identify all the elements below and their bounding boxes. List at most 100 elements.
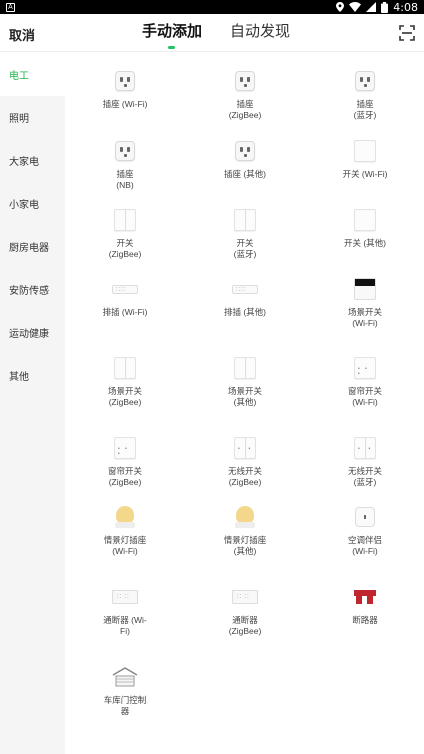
tab-bar: 手动添加 自动发现 [142,22,290,49]
scan-icon[interactable] [399,25,415,41]
device-item[interactable]: 插座 (ZigBee) [185,67,305,121]
sidebar-item-electrician[interactable]: 电工 [0,53,65,96]
device-item[interactable]: 车库门控制 器 [65,663,185,717]
battery-icon [381,1,389,13]
device-item[interactable]: 断路器 [305,583,424,626]
wifi-icon [349,2,362,12]
device-label: 开关 (蓝牙) [233,238,257,259]
relay-icon: ⁚⁚ ⁚⁚ [231,583,259,611]
device-label: 场景开关 (Wi-Fi) [347,307,382,328]
device-item[interactable]: 插座 (蓝牙) [305,67,424,121]
device-label: 插座 (其他) [223,169,267,179]
sidebar-item-label: 厨房电器 [9,243,49,254]
device-label: 车库门控制 器 [103,695,147,716]
device-item[interactable]: ⁚⁚ ⁚⁚ 通断器 (Wi- Fi) [65,583,185,637]
device-label: 开关 (ZigBee) [108,238,142,259]
device-label: 插座 (Wi-Fi) [102,99,148,109]
active-tab-indicator [168,46,175,49]
device-item[interactable]: 插座 (其他) [185,137,305,180]
device-item[interactable]: • • 无线开关 (蓝牙) [305,434,424,488]
device-item[interactable]: • • • 窗帘开关 (ZigBee) [65,434,185,488]
status-bar: A 4:08 [0,0,424,14]
device-label: 插座 (NB) [116,169,134,190]
tab-auto-discover[interactable]: 自动发现 [230,22,290,48]
lamp-icon [231,503,259,531]
device-item[interactable]: • • • 窗帘开关 (Wi-Fi) [305,354,424,408]
device-item[interactable]: 情景灯插座 (Wi-Fi) [65,503,185,557]
device-item[interactable]: 场景开关 (其他) [185,354,305,408]
switch-icon [351,206,379,234]
device-label: 情景灯插座 (Wi-Fi) [103,535,147,556]
device-label: 空调伴侣 (Wi-Fi) [347,535,382,556]
location-icon [336,2,345,12]
garage-icon [111,663,139,691]
device-label: 通断器 (ZigBee) [228,615,262,636]
sidebar-item-label: 安防传感 [9,286,49,297]
sidebar-item-label: 其他 [9,372,29,383]
device-label: 窗帘开关 (ZigBee) [107,466,142,487]
socket-icon [231,67,259,95]
power-strip-icon: ⁚⁚⁚⁚ [111,275,139,303]
ac-companion-icon [351,503,379,531]
sidebar-item-lighting[interactable]: 照明 [0,96,65,139]
device-label: 窗帘开关 (Wi-Fi) [347,386,382,407]
sidebar-item-large-appliances[interactable]: 大家电 [0,139,65,182]
switch-icon [231,354,259,382]
sidebar-item-label: 照明 [9,114,29,125]
sidebar-item-small-appliances[interactable]: 小家电 [0,182,65,225]
sidebar-item-label: 运动健康 [9,329,49,340]
scene-panel-icon [351,275,379,303]
sidebar-item-health[interactable]: 运动健康 [0,311,65,354]
device-item[interactable]: 开关 (Wi-Fi) [305,137,424,180]
switch-icon [111,206,139,234]
device-item[interactable]: 开关 (蓝牙) [185,206,305,260]
device-label: 开关 (Wi-Fi) [342,169,388,179]
sidebar-item-label: 电工 [9,71,29,82]
power-strip-icon: ⁚⁚⁚⁚ [231,275,259,303]
clock: 4:08 [393,0,418,14]
device-item[interactable]: ⁚⁚ ⁚⁚ 通断器 (ZigBee) [185,583,305,637]
switch-icon [111,354,139,382]
device-item[interactable]: 插座 (Wi-Fi) [65,67,185,110]
device-label: 断路器 [352,615,378,625]
top-bar: 取消 手动添加 自动发现 [0,14,424,52]
device-item[interactable]: 开关 (其他) [305,206,424,249]
device-item[interactable]: 插座 (NB) [65,137,185,191]
device-label: 排插 (Wi-Fi) [102,307,148,317]
relay-icon: ⁚⁚ ⁚⁚ [111,583,139,611]
category-sidebar: 电工 照明 大家电 小家电 厨房电器 安防传感 运动健康 其他 [0,53,65,754]
curtain-switch-icon: • • • [111,434,139,462]
device-item[interactable]: 情景灯插座 (其他) [185,503,305,557]
wireless-switch-icon: • • [351,434,379,462]
device-item[interactable]: 场景开关 (ZigBee) [65,354,185,408]
sidebar-item-security[interactable]: 安防传感 [0,268,65,311]
switch-icon [231,206,259,234]
sidebar-item-label: 小家电 [9,200,39,211]
device-item[interactable]: 场景开关 (Wi-Fi) [305,275,424,329]
device-item[interactable]: 开关 (ZigBee) [65,206,185,260]
socket-icon [111,137,139,165]
tab-manual-add[interactable]: 手动添加 [142,22,202,48]
lamp-icon [111,503,139,531]
device-label: 场景开关 (其他) [227,386,262,407]
curtain-switch-icon: • • • [351,354,379,382]
socket-icon [111,67,139,95]
sidebar-item-other[interactable]: 其他 [0,354,65,397]
device-item[interactable]: ⁚⁚⁚⁚ 排插 (Wi-Fi) [65,275,185,318]
device-label: 场景开关 (ZigBee) [107,386,142,407]
device-item[interactable]: ⁚⁚⁚⁚ 排插 (其他) [185,275,305,318]
device-item[interactable]: 空调伴侣 (Wi-Fi) [305,503,424,557]
circuit-breaker-icon [351,583,379,611]
cancel-button[interactable]: 取消 [9,25,35,44]
sidebar-item-kitchen[interactable]: 厨房电器 [0,225,65,268]
switch-icon [351,137,379,165]
socket-icon [351,67,379,95]
sidebar-item-label: 大家电 [9,157,39,168]
socket-icon [231,137,259,165]
device-label: 无线开关 (蓝牙) [347,466,382,487]
app-notification-icon: A [6,2,15,12]
device-item[interactable]: • • 无线开关 (ZigBee) [185,434,305,488]
device-label: 通断器 (Wi- Fi) [103,615,147,636]
device-label: 插座 (ZigBee) [228,99,262,120]
device-label: 排插 (其他) [223,307,267,317]
